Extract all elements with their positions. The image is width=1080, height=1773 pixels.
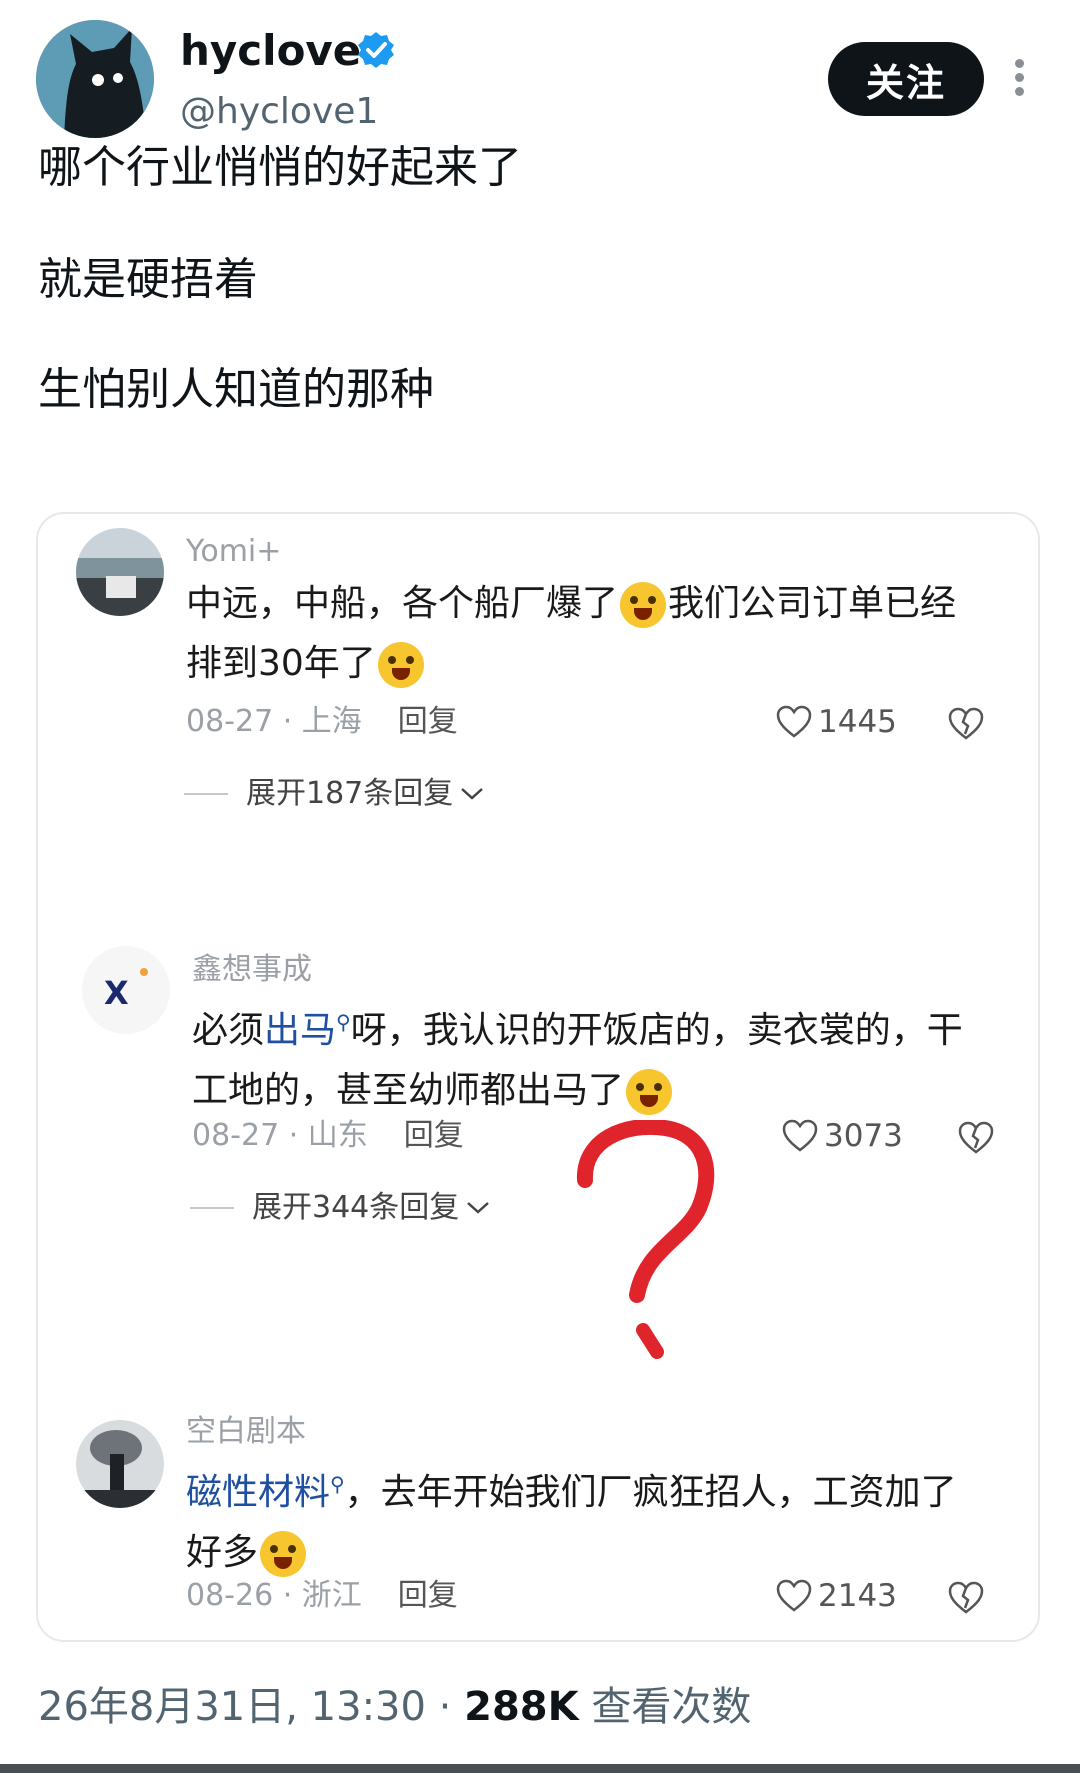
post-footer: 26年8月31日, 13:30 · 288K 查看次数 [38,1682,751,1732]
broken-heart-icon[interactable] [958,1120,994,1156]
comment-text: 中远，中船，各个船厂爆了 我们公司订单已经 排到30年了 [186,574,986,694]
search-icon: ⚲ [330,1472,345,1496]
comment-text-part: 中远，中船，各个船厂爆了 [186,583,619,624]
comment-location: 上海 [301,704,362,739]
post-text-line-3: 生怕别人知道的那种 [38,364,434,415]
comment-date: 08-27 [192,1118,280,1153]
commenter-avatar[interactable]: X [82,946,170,1034]
keyword-link[interactable]: 磁性材料 [186,1472,330,1513]
crying-emoji-icon [377,642,424,688]
expand-replies-button[interactable]: 展开187条回复 [184,776,485,812]
author-display-name[interactable]: hyclove [180,26,361,76]
comment-text-part: 我们公司订单已经 [668,583,957,624]
comment-text-part: 必须 [192,1010,265,1051]
footer-separator: · [438,1684,452,1730]
comment-text-part: 呀，我认识的开饭店的，卖衣裳的，干 [350,1010,963,1051]
commenter-name[interactable]: Yomi+ [186,534,281,570]
svg-text:X: X [104,974,129,1012]
author-handle[interactable]: @hyclove1 [180,90,378,134]
heart-icon [776,1579,812,1612]
like-button[interactable]: 1445 [776,704,897,740]
comment-date: 08-27 [186,704,274,739]
comment-text-part: 排到30年了 [186,643,376,684]
post-text-line-2: 就是硬捂着 [38,254,258,305]
search-icon: ⚲ [336,1010,351,1034]
red-question-mark-annotation [577,1120,715,1359]
more-options-icon[interactable] [1006,56,1032,104]
expand-replies-label: 展开187条回复 [246,776,454,811]
like-button[interactable]: 2143 [776,1578,897,1614]
reply-button[interactable]: 回复 [398,704,458,739]
like-count: 3073 [824,1118,903,1154]
comment-text: 必须出马⚲呀，我认识的开饭店的，卖衣裳的，干 工地的，甚至幼师都出马了 [192,992,992,1121]
comment-meta: 08-27 · 山东 回复 [192,1118,464,1153]
author-avatar[interactable] [36,20,154,138]
comments-screenshot-card: Yomi+ 中远，中船，各个船厂爆了 我们公司订单已经 排到30年了 08-27 … [36,512,1040,1642]
reply-button[interactable]: 回复 [404,1118,464,1153]
view-count-label: 查看次数 [591,1684,752,1730]
expand-replies-label: 展开344条回复 [252,1190,460,1225]
broken-heart-icon[interactable] [948,1580,984,1616]
heart-icon [782,1119,818,1152]
comment-meta: 08-27 · 上海 回复 [186,704,458,739]
crying-emoji-icon [620,582,667,628]
post-timestamp[interactable]: 26年8月31日, 13:30 [38,1684,426,1730]
comment-meta: 08-26 · 浙江 回复 [186,1578,458,1613]
like-count: 1445 [818,704,897,740]
figure-avatar-icon [76,1420,164,1508]
laughing-emoji-icon [260,1531,307,1577]
logo-avatar-icon: X [82,946,170,1034]
chevron-down-icon [461,788,484,800]
commenter-name[interactable]: 鑫想事成 [192,952,312,988]
cat-avatar-icon [36,20,154,138]
comment-date: 08-26 [186,1578,274,1613]
verified-badge-icon [358,32,394,68]
comment-location: 浙江 [301,1578,362,1613]
commenter-avatar[interactable] [76,528,164,616]
commenter-avatar[interactable] [76,1420,164,1508]
chevron-down-icon [467,1202,490,1214]
expand-replies-button[interactable]: 展开344条回复 [190,1190,491,1226]
comment-text: 磁性材料⚲，去年开始我们厂疯狂招人，工资加了 好多 [186,1454,986,1583]
view-count: 288K [464,1684,579,1730]
like-count: 2143 [818,1578,897,1614]
follow-button[interactable]: 关注 [828,42,984,116]
comment-text-part: 好多 [186,1532,259,1573]
bottom-divider [0,1764,1080,1773]
commenter-name[interactable]: 空白剧本 [186,1414,306,1450]
comment-text-part: 工地的，甚至幼师都出马了 [192,1070,625,1111]
broken-heart-icon[interactable] [948,706,984,742]
post-header: hyclove @hyclove1 关注 [0,0,1080,150]
keyword-link[interactable]: 出马 [264,1010,336,1051]
post-text-line-1: 哪个行业悄悄的好起来了 [38,142,522,193]
like-button[interactable]: 3073 [782,1118,903,1154]
laughing-emoji-icon [626,1069,673,1115]
reply-button[interactable]: 回复 [398,1578,458,1613]
seascape-avatar-icon [76,528,164,616]
heart-icon [776,705,812,738]
comment-text-part: ，去年开始我们厂疯狂招人，工资加了 [344,1472,957,1513]
comment-location: 山东 [307,1118,368,1153]
